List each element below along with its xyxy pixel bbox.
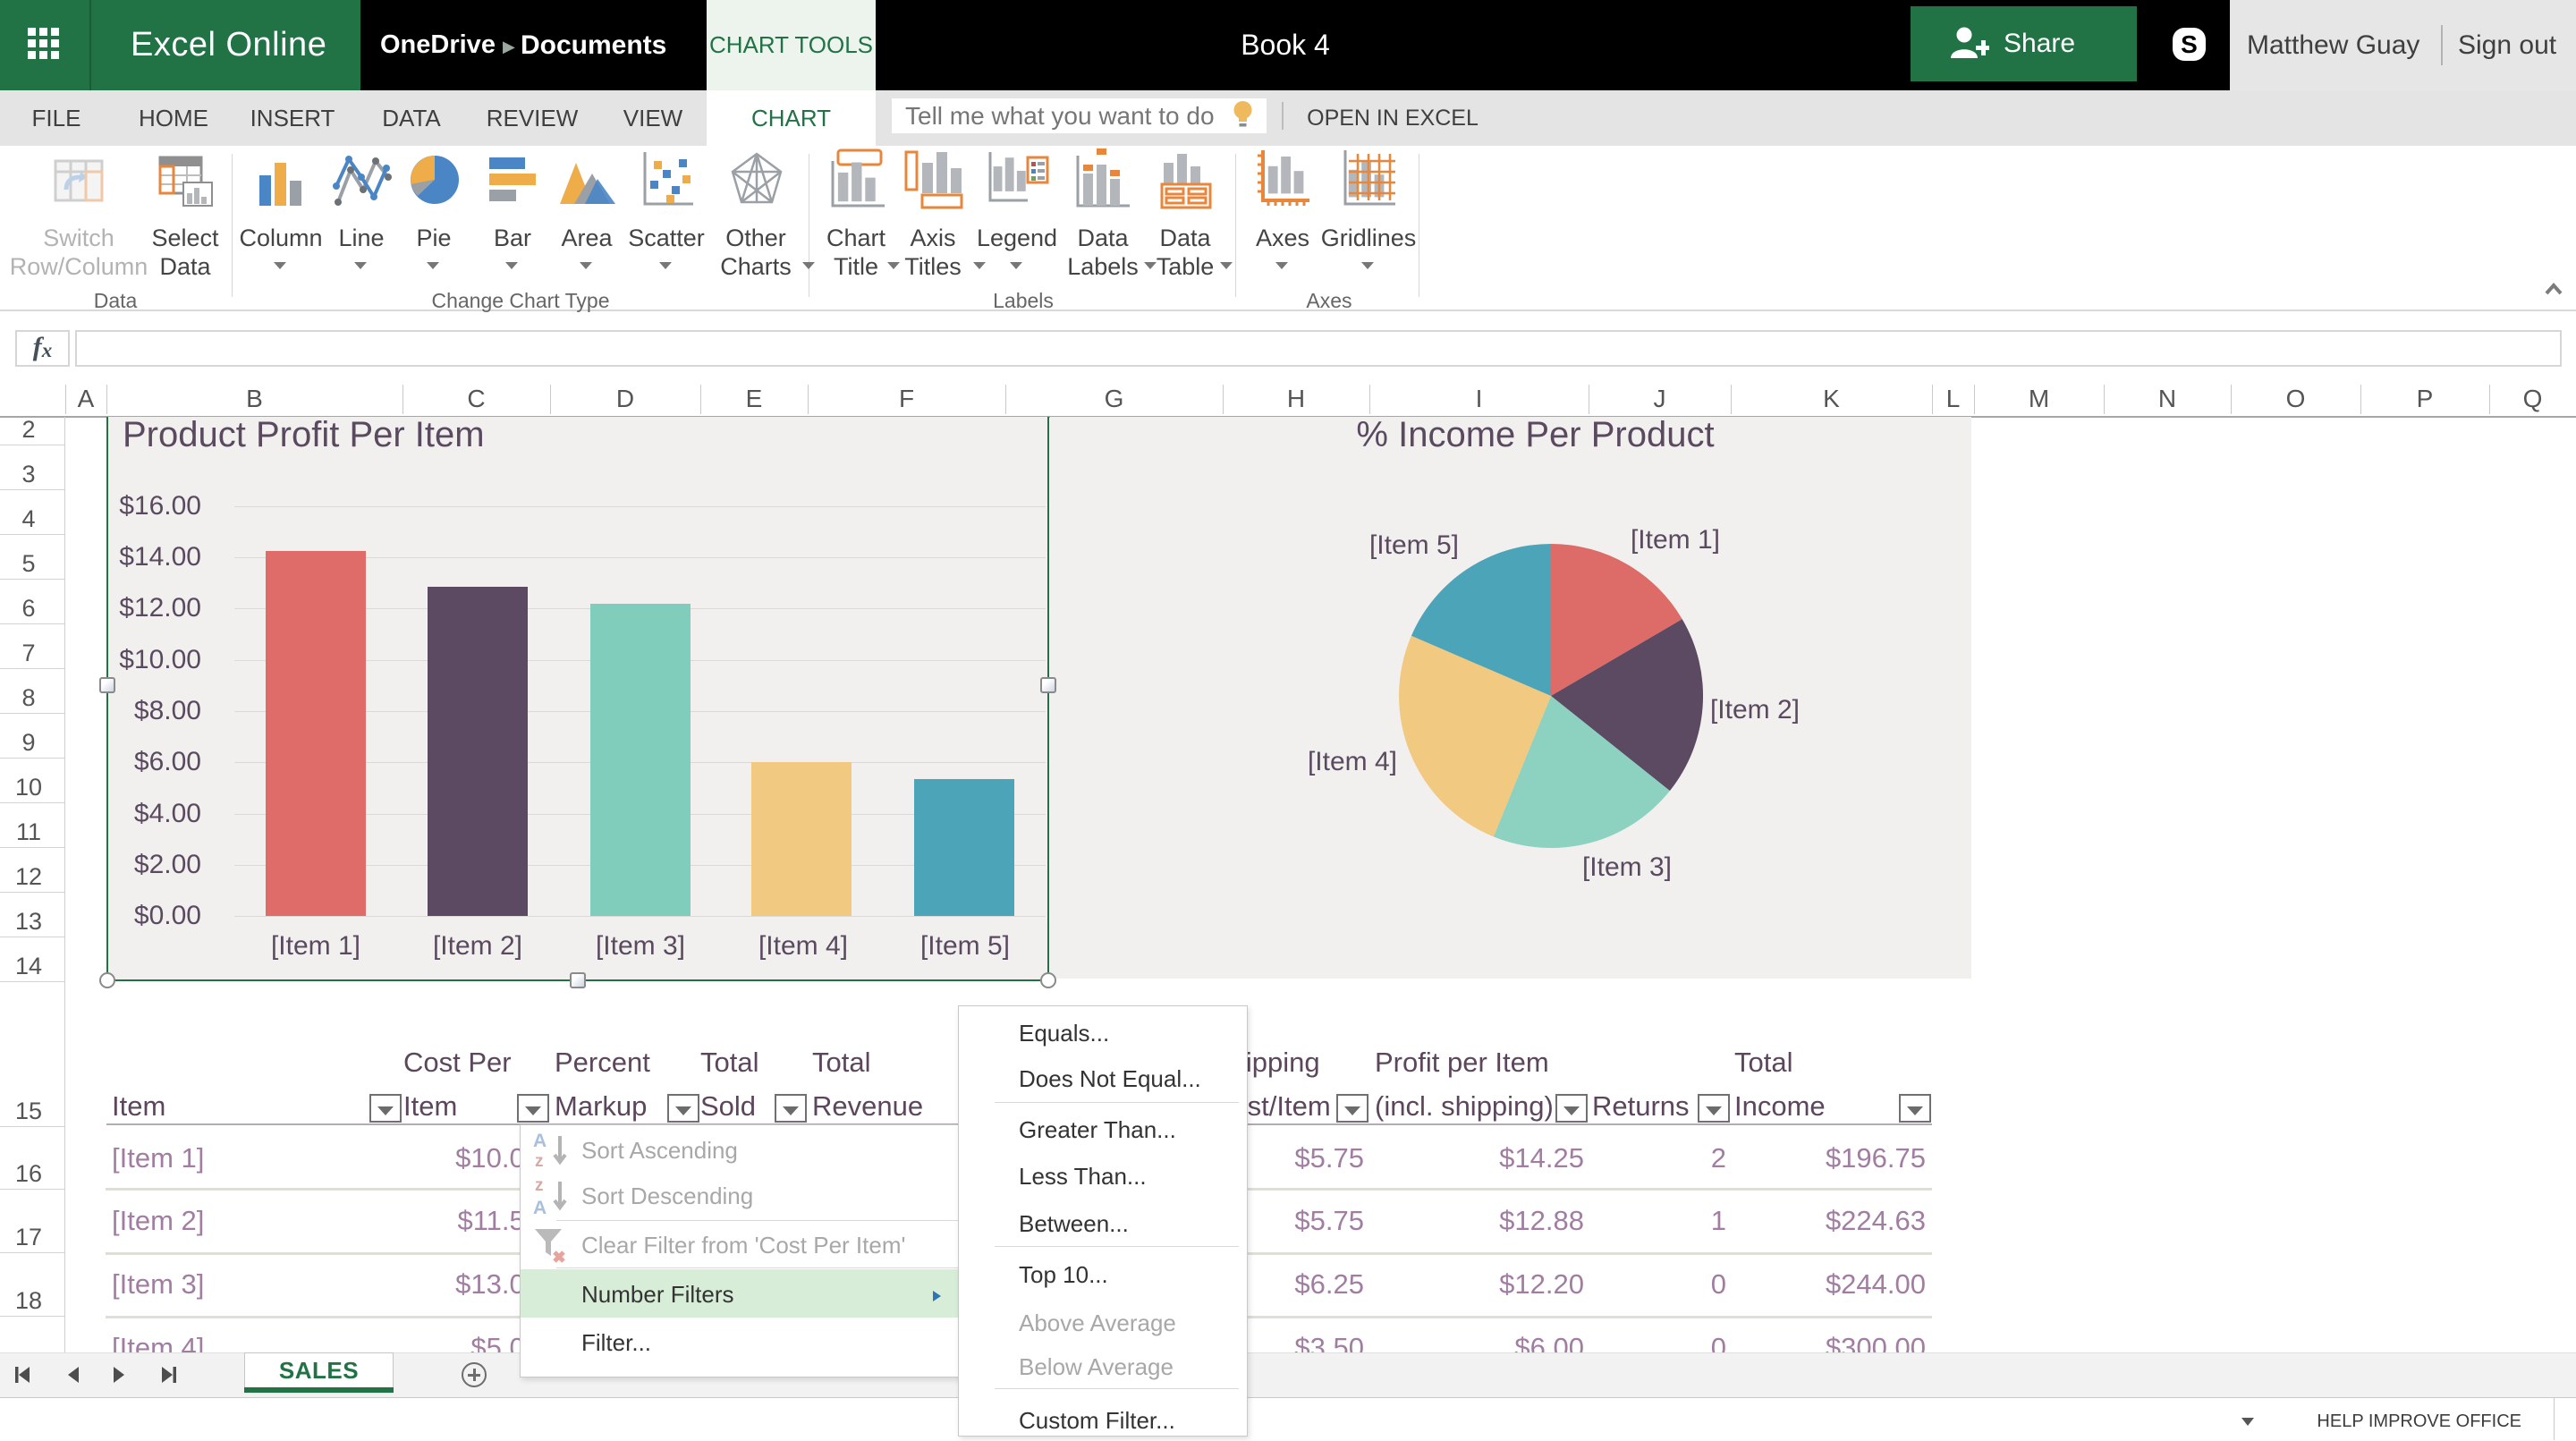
svg-text:z: z (535, 1152, 544, 1171)
svg-text:A: A (533, 1198, 547, 1218)
svg-text:A: A (533, 1131, 547, 1151)
svg-text:z: z (535, 1176, 544, 1195)
